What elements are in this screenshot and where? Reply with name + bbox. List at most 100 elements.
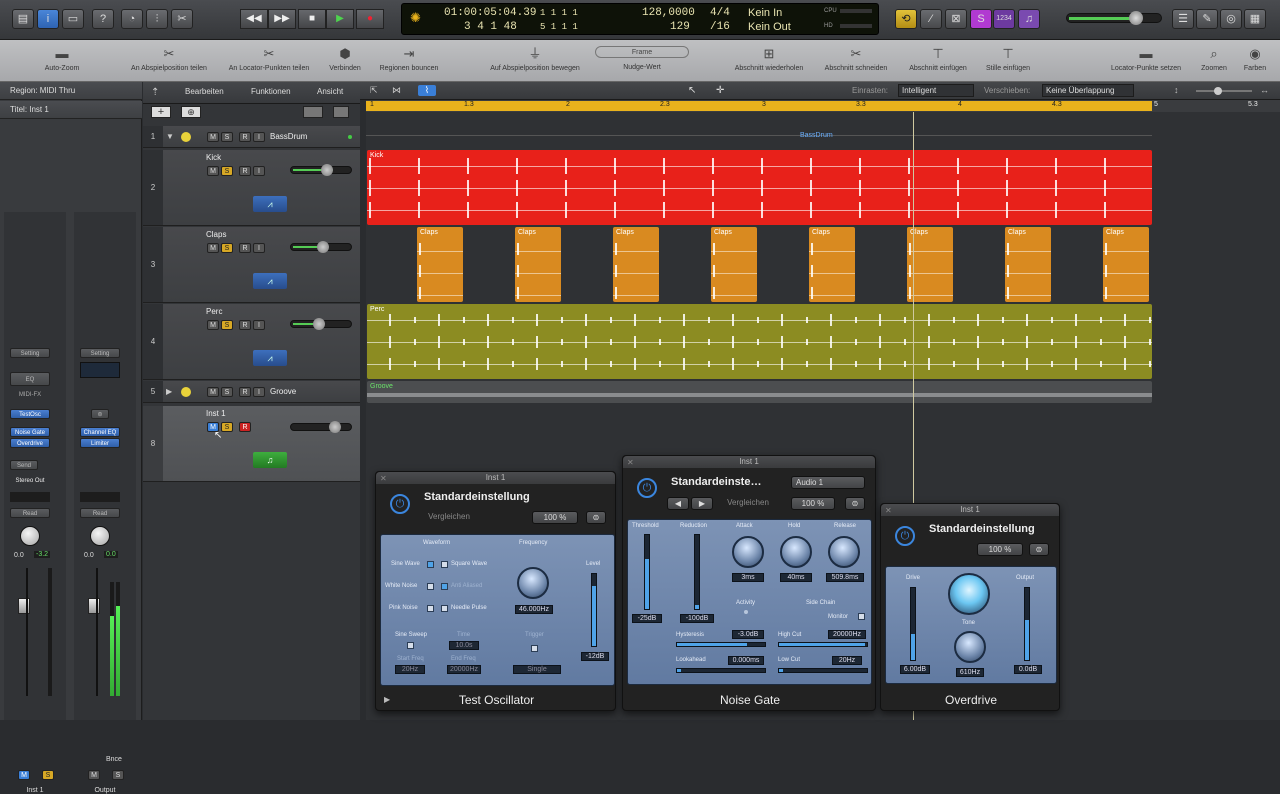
toolbar-colors[interactable]: ◉ Farben <box>1238 46 1272 72</box>
zoom-dropdown[interactable]: 100 % <box>977 543 1023 556</box>
toolbar-set-locators[interactable]: ▬ Locator-Punkte setzen <box>1104 46 1188 72</box>
region-perc[interactable]: Perc <box>367 304 1152 379</box>
region-claps[interactable]: Claps <box>1005 227 1051 302</box>
toolbar-move-to-playhead[interactable]: ⏚ Auf Abspielposition bewegen <box>480 46 590 72</box>
group-slot[interactable] <box>10 492 50 502</box>
count-in-badge[interactable]: 1234 <box>993 9 1015 29</box>
menu-view[interactable]: Ansicht <box>317 87 343 96</box>
attack-value[interactable]: 3ms <box>732 573 764 582</box>
track-row-8[interactable]: 8 Inst 1 M S R ♫ ↖ <box>143 406 360 482</box>
track-on-icon[interactable] <box>181 387 191 397</box>
track-row-5[interactable]: 5 ▶ M S R I Groove <box>143 381 360 403</box>
eq-curve-display[interactable] <box>80 362 120 378</box>
frequency-knob[interactable] <box>517 567 549 599</box>
power-icon[interactable]: ⏻ <box>637 478 657 498</box>
list-editors-button[interactable]: ☰ <box>1172 9 1194 29</box>
add-track-button[interactable]: + <box>151 106 171 118</box>
toolbar-toggle-button[interactable]: ▭ <box>62 9 84 29</box>
record-enable-button[interactable]: R <box>239 422 251 432</box>
toolbar-split-locators[interactable]: ✂ An Locator-Punkten teilen <box>222 46 316 72</box>
solo-button[interactable]: S <box>221 422 233 432</box>
next-preset-button[interactable]: ▶ <box>691 497 713 510</box>
inspector-region-row[interactable]: Region: MIDI Thru <box>0 82 142 100</box>
record-enable-button[interactable]: R <box>239 166 251 176</box>
track-name[interactable]: Groove <box>270 387 296 396</box>
track-row-1[interactable]: 1 ▼ M S R I BassDrum <box>143 126 360 148</box>
input-monitor-button[interactable]: I <box>253 320 265 330</box>
solo-button[interactable]: S <box>221 166 233 176</box>
toolbar-repeat-section[interactable]: ⊞ Abschnitt wiederholen <box>728 46 810 72</box>
region-claps[interactable]: Claps <box>515 227 561 302</box>
quick-help-button[interactable]: ? <box>92 9 114 29</box>
record-enable-button[interactable]: R <box>239 387 251 397</box>
disclosure-icon[interactable]: ▼ <box>166 132 174 141</box>
start-freq-value[interactable]: 20Hz <box>395 665 425 674</box>
link-icon[interactable]: ⊜ <box>845 497 865 510</box>
toolbar-bounce[interactable]: ⇥ Regionen bouncen <box>372 46 446 72</box>
power-icon[interactable]: ⏻ <box>390 494 410 514</box>
level-value[interactable]: -12dB <box>581 652 609 661</box>
new-track-stack-icon[interactable]: ⊕ <box>181 106 201 118</box>
level-slider[interactable] <box>591 573 597 647</box>
forward-button[interactable]: ▶▶ <box>268 9 296 29</box>
setting-button[interactable]: Setting <box>10 348 50 358</box>
input-monitor-button[interactable]: I <box>253 387 265 397</box>
drive-value[interactable]: 6.00dB <box>900 665 930 674</box>
pink-noise-checkbox[interactable] <box>427 605 434 612</box>
instrument-slot[interactable]: TestOsc <box>10 409 50 419</box>
toolbar-join[interactable]: ⬢ Verbinden <box>322 46 368 72</box>
mute-button[interactable]: M <box>88 770 100 780</box>
bounce-label[interactable]: Bnce <box>106 756 122 763</box>
stop-button[interactable]: ■ <box>298 9 326 29</box>
region-claps[interactable]: Claps <box>417 227 463 302</box>
track-on-icon[interactable] <box>181 132 191 142</box>
needle-pulse-checkbox[interactable] <box>441 605 448 612</box>
hysteresis-value[interactable]: -3.0dB <box>732 630 764 639</box>
filter-icon[interactable] <box>303 106 323 118</box>
frequency-value[interactable]: 46.000Hz <box>515 605 553 614</box>
catch-icon[interactable]: ⇱ <box>370 85 384 96</box>
mute-button[interactable]: M <box>207 387 219 397</box>
time-value[interactable]: 10.0s <box>449 641 479 650</box>
input-monitor-button[interactable]: I <box>253 132 265 142</box>
solo-button[interactable]: S <box>112 770 124 780</box>
punch-button[interactable]: ⊠ <box>945 9 967 29</box>
toolbar-insert-silence[interactable]: ⊤ Stille einfügen <box>980 46 1036 72</box>
output-label[interactable]: Stereo Out <box>10 478 50 484</box>
toolbar-cut-section[interactable]: ✂ Abschnitt schneiden <box>818 46 894 72</box>
tone-value[interactable]: 610Hz <box>956 668 984 677</box>
sine-checkbox[interactable] <box>427 561 434 568</box>
master-volume-knob[interactable] <box>1129 11 1143 25</box>
toolbar-split-playhead[interactable]: ✂ An Abspielposition teilen <box>122 46 216 72</box>
horizontal-zoom-icon[interactable]: ↔ <box>1260 85 1269 95</box>
inspector-button[interactable]: i <box>37 9 59 29</box>
marquee-tool-icon[interactable]: ✛ <box>716 85 724 96</box>
toolbar-insert-section[interactable]: ⊤ Abschnitt einfügen <box>902 46 974 72</box>
track-name[interactable]: Perc <box>206 307 222 316</box>
drag-dropdown[interactable]: Keine Überlappung <box>1042 84 1134 97</box>
notepad-button[interactable]: ✎ <box>1196 9 1218 29</box>
track-row-2[interactable]: 2 Kick M S R I ⩘ <box>143 150 360 226</box>
output-value[interactable]: 0.0dB <box>1014 665 1042 674</box>
close-icon[interactable]: ✕ <box>885 506 892 515</box>
link-icon[interactable]: ⊜ <box>586 511 606 524</box>
automation-mode[interactable]: Read <box>10 508 50 518</box>
track-row-4[interactable]: 4 Perc M S R I ⩘ <box>143 304 360 380</box>
record-button[interactable]: ● <box>356 9 384 29</box>
white-noise-checkbox[interactable] <box>427 583 434 590</box>
toolbar-nudge[interactable]: Frame Nudge-Wert <box>594 46 690 71</box>
automation-mode[interactable]: Read <box>80 508 120 518</box>
trigger-checkbox[interactable] <box>531 645 538 652</box>
end-freq-value[interactable]: 20000Hz <box>447 665 481 674</box>
volume-fader[interactable] <box>18 598 30 614</box>
record-enable-button[interactable]: R <box>239 132 251 142</box>
record-enable-button[interactable]: R <box>239 243 251 253</box>
prev-preset-button[interactable]: ◀ <box>667 497 689 510</box>
disclosure-icon[interactable]: ▶ <box>166 387 172 396</box>
lookahead-value[interactable]: 0.000ms <box>728 656 764 665</box>
mute-button[interactable]: M <box>207 132 219 142</box>
solo-button[interactable]: S <box>970 9 992 29</box>
play-button[interactable]: ▶ <box>326 9 354 29</box>
track-name[interactable]: Inst 1 <box>206 409 226 418</box>
solo-button[interactable]: S <box>221 320 233 330</box>
